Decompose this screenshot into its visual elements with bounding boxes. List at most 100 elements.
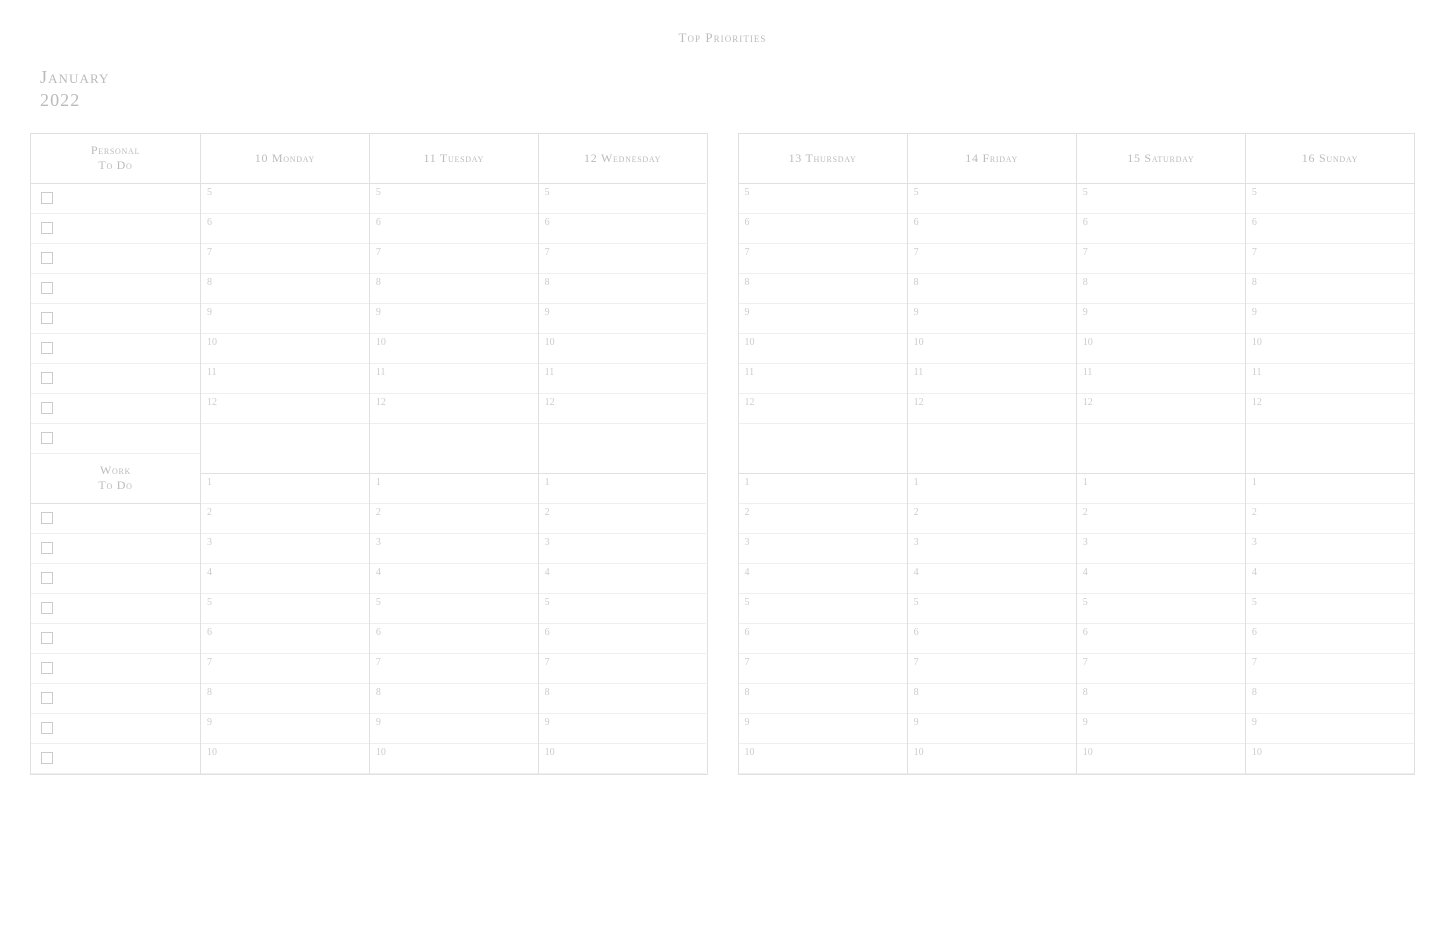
time-row-mon-5pm: 5 bbox=[201, 594, 369, 624]
time-row-mon-10pm: 10 bbox=[201, 744, 369, 774]
time-row-thu-7pm: 7 bbox=[739, 654, 907, 684]
day-col-thursday: 13 Thursday 5 6 7 8 9 10 11 12 1 2 3 4 5… bbox=[739, 134, 908, 774]
time-row-mon-3: 3 bbox=[201, 534, 369, 564]
checkbox-w5[interactable] bbox=[41, 632, 53, 644]
time-row-tue-11: 11 bbox=[370, 364, 538, 394]
checkbox-w4[interactable] bbox=[41, 602, 53, 614]
time-row-thu-12: 12 bbox=[739, 394, 907, 424]
time-row-mon-8pm: 8 bbox=[201, 684, 369, 714]
time-row-mon-6: 6 bbox=[201, 214, 369, 244]
checkbox-p5[interactable] bbox=[41, 312, 53, 324]
checkbox-p3[interactable] bbox=[41, 252, 53, 264]
checkbox-p1[interactable] bbox=[41, 192, 53, 204]
time-row-wed-5: 5 bbox=[539, 184, 707, 214]
time-row-fri-5pm: 5 bbox=[908, 594, 1076, 624]
time-row-wed-8: 8 bbox=[539, 274, 707, 304]
checkbox-p2[interactable] bbox=[41, 222, 53, 234]
time-row-sun-10pm: 10 bbox=[1246, 744, 1414, 774]
checkbox-p7[interactable] bbox=[41, 372, 53, 384]
checkbox-row-w1 bbox=[31, 504, 200, 534]
time-row-tue-10: 10 bbox=[370, 334, 538, 364]
checkbox-p4[interactable] bbox=[41, 282, 53, 294]
time-row-thu-1: 1 bbox=[739, 474, 907, 504]
checkbox-row-w9 bbox=[31, 744, 200, 774]
time-row-thu-6: 6 bbox=[739, 214, 907, 244]
time-row-sun-5: 5 bbox=[1246, 184, 1414, 214]
time-row-fri-10: 10 bbox=[908, 334, 1076, 364]
time-row-wed-6pm: 6 bbox=[539, 624, 707, 654]
day-col-saturday: 15 Saturday 5 6 7 8 9 10 11 12 1 2 3 4 5… bbox=[1077, 134, 1246, 774]
time-row-tue-12: 12 bbox=[370, 394, 538, 424]
checkbox-row-p9 bbox=[31, 424, 200, 454]
checkbox-w8[interactable] bbox=[41, 722, 53, 734]
checkbox-w9[interactable] bbox=[41, 752, 53, 764]
time-row-sat-4: 4 bbox=[1077, 564, 1245, 594]
time-row-sat-3: 3 bbox=[1077, 534, 1245, 564]
time-row-wed-10pm: 10 bbox=[539, 744, 707, 774]
tuesday-header: 11 Tuesday bbox=[370, 134, 538, 184]
time-row-sun-3: 3 bbox=[1246, 534, 1414, 564]
checkbox-row-w8 bbox=[31, 714, 200, 744]
time-row-mon-1: 1 bbox=[201, 474, 369, 504]
time-row-mon-4: 4 bbox=[201, 564, 369, 594]
checkbox-p8[interactable] bbox=[41, 402, 53, 414]
checkbox-p9[interactable] bbox=[41, 432, 53, 444]
time-row-sat-8: 8 bbox=[1077, 274, 1245, 304]
time-row-sun-8: 8 bbox=[1246, 274, 1414, 304]
checkbox-row-p8 bbox=[31, 394, 200, 424]
checkbox-w2[interactable] bbox=[41, 542, 53, 554]
week2-wrapper: 13 Thursday 5 6 7 8 9 10 11 12 1 2 3 4 5… bbox=[738, 133, 1416, 775]
checkbox-w6[interactable] bbox=[41, 662, 53, 674]
time-row-sat-7: 7 bbox=[1077, 244, 1245, 274]
time-row-mon-7pm: 7 bbox=[201, 654, 369, 684]
checkbox-w3[interactable] bbox=[41, 572, 53, 584]
time-row-thu-7: 7 bbox=[739, 244, 907, 274]
time-row-sat-7pm: 7 bbox=[1077, 654, 1245, 684]
week1-block: PersonalTo Do WorkTo Do bbox=[30, 133, 708, 775]
time-row-sun-6pm: 6 bbox=[1246, 624, 1414, 654]
time-row-mon-9pm: 9 bbox=[201, 714, 369, 744]
time-row-tue-5pm: 5 bbox=[370, 594, 538, 624]
time-row-sun-10: 10 bbox=[1246, 334, 1414, 364]
time-row-sat-10: 10 bbox=[1077, 334, 1245, 364]
time-row-sat-9: 9 bbox=[1077, 304, 1245, 334]
time-row-thu-10pm: 10 bbox=[739, 744, 907, 774]
sunday-header: 16 Sunday bbox=[1246, 134, 1414, 184]
checkbox-row-w5 bbox=[31, 624, 200, 654]
saturday-header: 15 Saturday bbox=[1077, 134, 1245, 184]
time-row-wed-2: 2 bbox=[539, 504, 707, 534]
time-row-thu-10: 10 bbox=[739, 334, 907, 364]
weeks-container: PersonalTo Do WorkTo Do bbox=[30, 133, 1415, 775]
time-row-tue-8pm: 8 bbox=[370, 684, 538, 714]
wednesday-header: 12 Wednesday bbox=[539, 134, 707, 184]
time-row-sun-9pm: 9 bbox=[1246, 714, 1414, 744]
time-row-sat-1: 1 bbox=[1077, 474, 1245, 504]
friday-separator bbox=[908, 424, 1076, 474]
month-title: January 2022 bbox=[40, 66, 1415, 113]
work-todo-label: WorkTo Do bbox=[98, 463, 132, 494]
friday-header: 14 Friday bbox=[908, 134, 1076, 184]
checkbox-p6[interactable] bbox=[41, 342, 53, 354]
time-row-tue-7pm: 7 bbox=[370, 654, 538, 684]
day-col-friday: 14 Friday 5 6 7 8 9 10 11 12 1 2 3 4 5 6 bbox=[908, 134, 1077, 774]
time-row-sat-9pm: 9 bbox=[1077, 714, 1245, 744]
time-row-tue-10pm: 10 bbox=[370, 744, 538, 774]
time-row-tue-3: 3 bbox=[370, 534, 538, 564]
checkbox-row-p1 bbox=[31, 184, 200, 214]
time-row-wed-7pm: 7 bbox=[539, 654, 707, 684]
time-row-wed-10: 10 bbox=[539, 334, 707, 364]
checkbox-w1[interactable] bbox=[41, 512, 53, 524]
time-row-fri-11: 11 bbox=[908, 364, 1076, 394]
time-row-thu-5: 5 bbox=[739, 184, 907, 214]
checkbox-row-w6 bbox=[31, 654, 200, 684]
time-row-sat-8pm: 8 bbox=[1077, 684, 1245, 714]
checkbox-w7[interactable] bbox=[41, 692, 53, 704]
time-row-tue-9pm: 9 bbox=[370, 714, 538, 744]
time-row-thu-2: 2 bbox=[739, 504, 907, 534]
day-col-tuesday: 11 Tuesday 5 6 7 8 9 10 11 12 1 2 3 4 5 … bbox=[370, 134, 539, 774]
thursday-separator bbox=[739, 424, 907, 474]
time-row-sun-2: 2 bbox=[1246, 504, 1414, 534]
time-row-fri-9pm: 9 bbox=[908, 714, 1076, 744]
time-row-wed-6: 6 bbox=[539, 214, 707, 244]
monday-separator bbox=[201, 424, 369, 474]
